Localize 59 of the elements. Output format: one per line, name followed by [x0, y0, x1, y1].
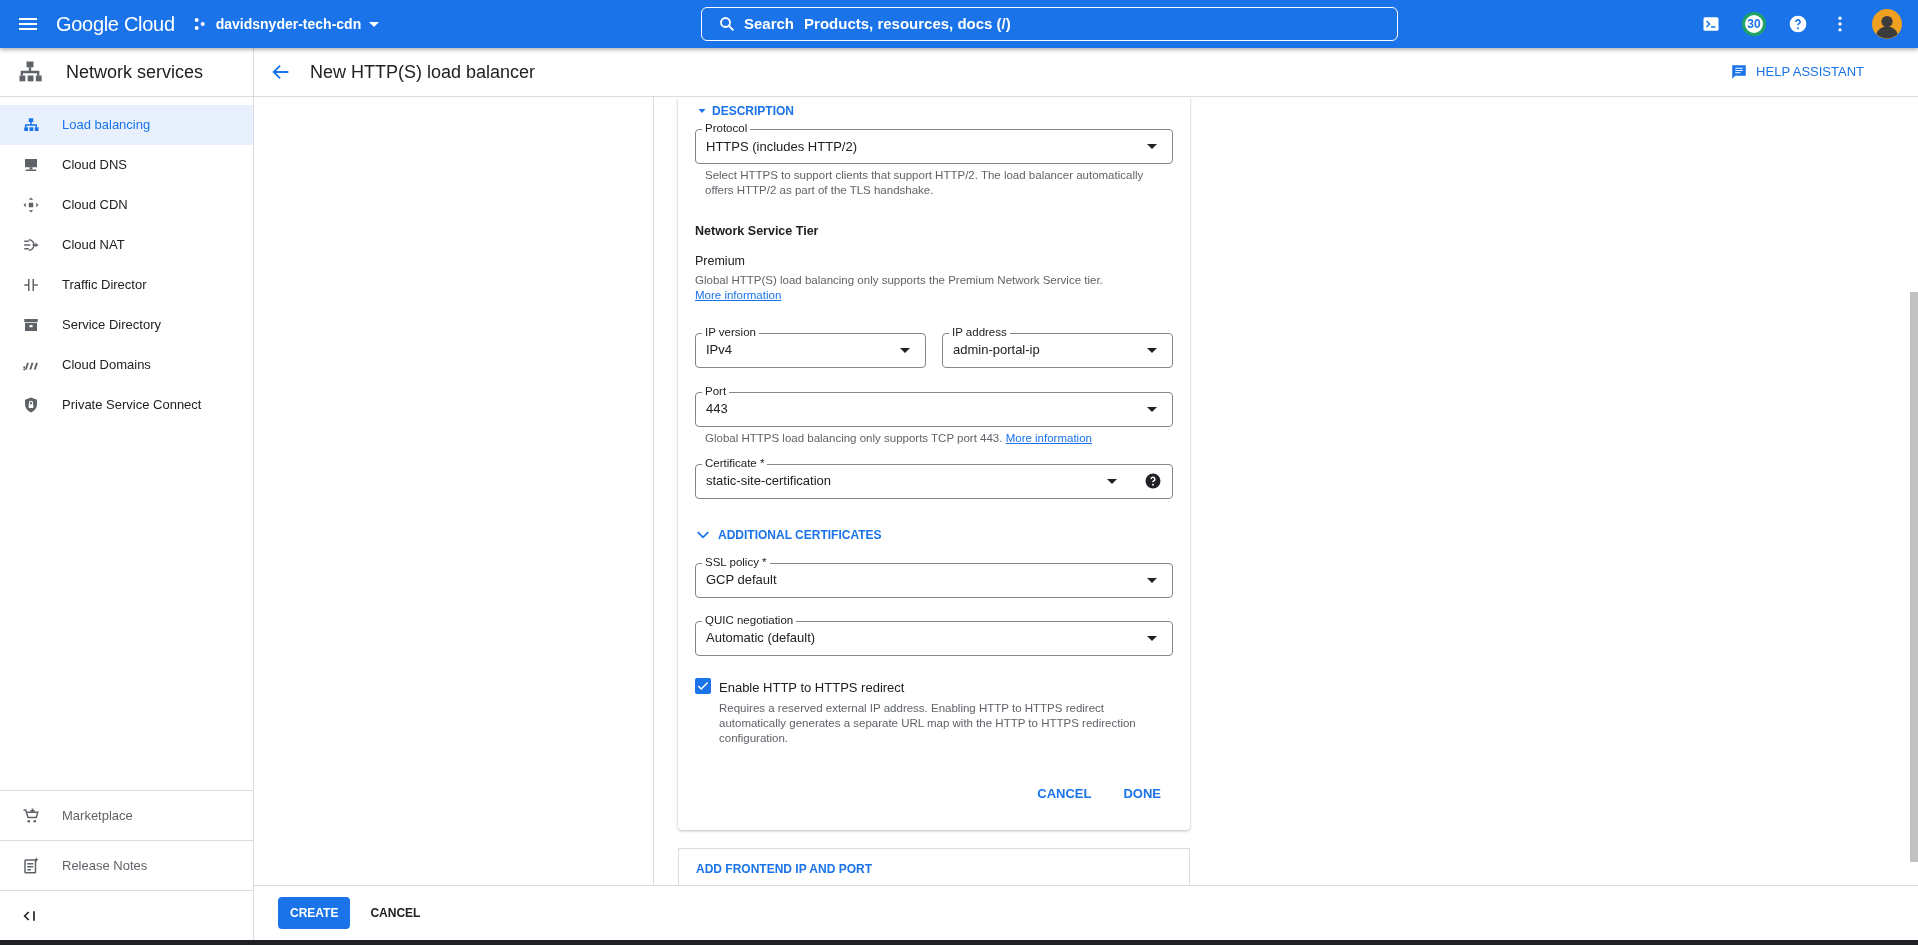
help-assistant-button[interactable]: HELP ASSISTANT [1718, 56, 1876, 88]
helper-text: Requires a reserved external IP address. Enabling HTTP to HTTPS redirect automatically generates a separate URL map with the HTTP to HTTPS redirection configuration. [719, 701, 1137, 746]
sidebar-item[interactable]: Cloud Domains [0, 345, 253, 385]
more-information-link[interactable]: More information [1005, 431, 1092, 444]
brand-name[interactable]: Google Cloud [56, 9, 175, 39]
tier-value: Premium [695, 252, 746, 270]
section-heading: Network Service Tier [695, 223, 820, 240]
dropdown-caret-icon [1147, 144, 1157, 149]
search-bar[interactable]: Search Products, resources, docs (/) [701, 7, 1398, 41]
search-label: Search [744, 13, 795, 34]
cart-icon [22, 806, 40, 825]
search-icon [718, 15, 736, 33]
notification-badge[interactable]: 30 [1742, 12, 1766, 36]
dropdown-caret-icon [1107, 478, 1117, 484]
additional-certificates-toggle[interactable]: ADDITIONAL CERTIFICATES [695, 520, 883, 549]
shield-lock-icon [22, 396, 40, 414]
document-icon [22, 856, 40, 875]
caret-icon [369, 21, 380, 27]
archive-box-icon [22, 316, 40, 334]
chat-icon [1730, 63, 1749, 81]
add-frontend-button[interactable]: ADD FRONTEND IP AND PORT [678, 847, 1190, 885]
field-label: Protocol [702, 121, 751, 135]
create-button[interactable]: CREATE [278, 897, 351, 929]
diamond-arrows-icon [22, 196, 40, 214]
avatar[interactable] [1872, 9, 1902, 39]
sidebar-item[interactable]: Private Service Connect [0, 385, 253, 425]
text-button[interactable]: CANCEL [1025, 778, 1104, 810]
dropdown-caret-icon [1147, 406, 1157, 412]
sidebar-item[interactable]: Cloud NAT [0, 225, 253, 265]
checkbox-label: Enable HTTP to HTTPS redirect [719, 678, 906, 697]
sidebar-item[interactable]: Traffic Director [0, 265, 253, 305]
helper-text: Global HTTP(S) load balancing only supports the Premium Network Service tier. More information [695, 272, 1104, 303]
sidebar-title: Network services [66, 60, 204, 84]
sidebar-item[interactable]: Cloud DNS [0, 145, 253, 185]
dropdown-caret-icon [1147, 635, 1157, 641]
cancel-button[interactable]: CANCEL [358, 897, 433, 929]
page-title: New HTTP(S) load balancer [310, 60, 536, 84]
dropdown-caret-icon [900, 347, 910, 353]
helper-text: Select HTTPS to support clients that support HTTP/2. The load balancer automatically offers HTTP/2 as part of the TLS handshake. [704, 168, 1145, 198]
dropdown-caret-icon [1147, 577, 1157, 583]
checkbox[interactable] [695, 677, 711, 694]
search-input[interactable]: Products, resources, docs (/) [802, 11, 1381, 37]
monitor-icon [22, 156, 40, 174]
hierarchy-icon [22, 116, 40, 134]
terminal-icon[interactable] [1702, 15, 1720, 33]
sidebar-item[interactable]: Marketplace [0, 790, 253, 840]
help-icon[interactable] [1144, 472, 1162, 490]
sidebar-item[interactable]: Release Notes [0, 840, 253, 890]
scrollbar[interactable] [1910, 292, 1918, 862]
text-button[interactable]: DONE [1111, 778, 1173, 810]
sidebar-item[interactable]: Load balancing [0, 105, 253, 145]
sidebar-item[interactable]: Cloud CDN [0, 185, 253, 225]
helper-text: Global HTTPS load balancing only supports TCP port 443. More information [704, 430, 1093, 446]
merge-arrow-icon [22, 236, 40, 254]
sidebar-item[interactable]: Service Directory [0, 305, 253, 345]
project-selector[interactable]: davidsnyder-tech-cdn [190, 12, 381, 36]
dropdown-caret-icon [1147, 347, 1157, 353]
more-information-link[interactable]: More information [695, 288, 782, 301]
split-lines-icon [22, 276, 40, 294]
